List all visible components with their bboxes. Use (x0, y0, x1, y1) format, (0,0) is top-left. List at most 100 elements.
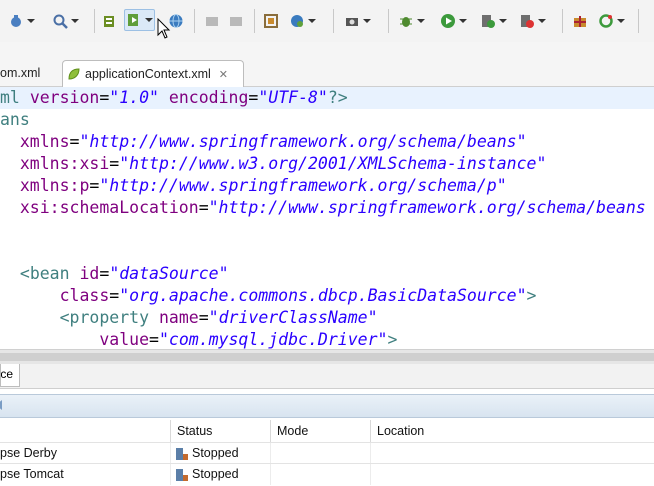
table-row[interactable]: pse Tomcat Stopped (0, 463, 654, 485)
chevron-down-icon (308, 19, 316, 23)
code-token: "driverClassName" (208, 308, 378, 327)
web-button[interactable] (289, 10, 316, 32)
table-row[interactable]: pse Derby Stopped (0, 442, 654, 464)
forward-icon (230, 17, 242, 26)
tab-application-context[interactable]: applicationContext.xml ✕ (62, 60, 244, 87)
spring-leaf-icon (68, 68, 80, 80)
tab-label: applicationContext.xml (85, 67, 211, 81)
code-token: ?> (327, 88, 348, 107)
debug-run-button[interactable] (398, 10, 425, 32)
server-button[interactable] (102, 10, 118, 32)
toolbar-separator (638, 9, 639, 33)
mouse-cursor-icon (157, 18, 171, 39)
code-token: < (0, 264, 30, 283)
code-token: id (79, 264, 100, 283)
horizontal-scrollbar[interactable] (0, 349, 654, 364)
close-icon[interactable]: ✕ (219, 68, 228, 81)
chevron-down-icon (145, 18, 153, 22)
tab-source[interactable]: ource (0, 364, 20, 387)
code-token: value (0, 330, 150, 349)
chevron-down-icon (459, 19, 467, 23)
package-button[interactable] (572, 10, 588, 32)
xml-editor[interactable]: ml version="1.0" encoding="UTF-8"?> ans … (0, 87, 654, 349)
toolbar-separator (94, 9, 95, 33)
tab-pom-xml[interactable]: om.xml (0, 60, 40, 86)
code-token: "http://www.springframework.org/schema/b… (208, 198, 654, 217)
back-button[interactable] (204, 10, 220, 32)
bug-icon (400, 17, 412, 27)
server-name: pse Derby (0, 443, 171, 464)
debug-icon (11, 15, 21, 27)
code-token: "dataSource" (109, 264, 229, 283)
code-token: "com.mysql.jdbc.Driver" (158, 330, 388, 349)
code-token: xsi:schemaLocation (0, 198, 199, 217)
chevron-down-icon (617, 19, 625, 23)
column-header-status[interactable]: Status (171, 420, 271, 442)
code-token: = (149, 330, 159, 349)
code-line: class="org.apache.commons.dbcp.BasicData… (0, 285, 537, 307)
code-line: xmlns="http://www.springframework.org/sc… (0, 131, 527, 153)
code-token: property (69, 308, 150, 327)
chevron-down-icon (363, 19, 371, 23)
status-text: Stopped (192, 467, 239, 481)
run-play-icon (441, 14, 455, 28)
search-button[interactable] (52, 10, 79, 32)
code-line: xmlns:p="http://www.springframework.org/… (0, 175, 507, 197)
toolbar-separator (388, 9, 389, 33)
code-token: "http://www.w3.org/2001/XMLSchema-instan… (119, 154, 547, 173)
refresh-icon (599, 14, 613, 28)
scrollbar-thumb[interactable] (0, 353, 654, 361)
external-tools-button[interactable] (263, 10, 279, 32)
run-button[interactable] (440, 10, 467, 32)
code-token: = (109, 286, 120, 305)
debug-button[interactable] (8, 10, 35, 32)
servers-table: Status Mode Location pse Derby Stopped p… (0, 420, 654, 486)
column-header-mode[interactable]: Mode (271, 420, 371, 442)
editor-tab-bar: om.xml applicationContext.xml ✕ (0, 42, 654, 87)
tab-label: ource (0, 367, 14, 381)
code-token: ans (0, 110, 30, 129)
column-header-name[interactable] (0, 420, 171, 442)
code-token: = (198, 308, 209, 327)
servers-view-header[interactable] (0, 394, 654, 418)
code-token: "UTF-8" (258, 88, 328, 107)
chevron-down-icon (538, 19, 546, 23)
code-token: = (69, 132, 80, 151)
server-stopped-icon (176, 468, 188, 481)
code-token: "http://www.springframework.org/schema/b… (79, 132, 527, 151)
chevron-down-icon (71, 19, 79, 23)
camera-button[interactable] (344, 10, 371, 32)
server-status: Stopped (171, 464, 271, 485)
code-token: "http://www.springframework.org/schema/p… (99, 176, 507, 195)
code-line: ans (0, 109, 30, 131)
run-config-button[interactable] (480, 10, 507, 32)
toolbar-separator (333, 9, 334, 33)
server-status: Stopped (171, 443, 271, 464)
code-line: value="com.mysql.jdbc.Driver"> (0, 329, 397, 349)
code-token: class (0, 286, 110, 305)
code-token: version (29, 88, 100, 107)
server-icon (104, 16, 114, 27)
refresh-button[interactable] (598, 10, 625, 32)
toolbar-separator (562, 9, 563, 33)
web-icon (291, 15, 303, 27)
code-token: name (158, 308, 199, 327)
code-token: = (89, 176, 100, 195)
server-name: pse Tomcat (0, 464, 171, 485)
column-header-location[interactable]: Location (371, 420, 654, 442)
code-token: = (109, 154, 120, 173)
stop-icon (521, 15, 534, 28)
servers-view-icon (0, 400, 2, 410)
code-token: encoding (168, 88, 249, 107)
editor-mode-tabs: ource (0, 364, 654, 389)
code-token: bean (29, 264, 70, 283)
stop-button[interactable] (519, 10, 546, 32)
run-icon (128, 14, 138, 26)
code-token: xmlns (0, 132, 70, 151)
code-token: = (99, 88, 110, 107)
forward-button[interactable] (228, 10, 244, 32)
run-server-button[interactable] (124, 9, 155, 31)
